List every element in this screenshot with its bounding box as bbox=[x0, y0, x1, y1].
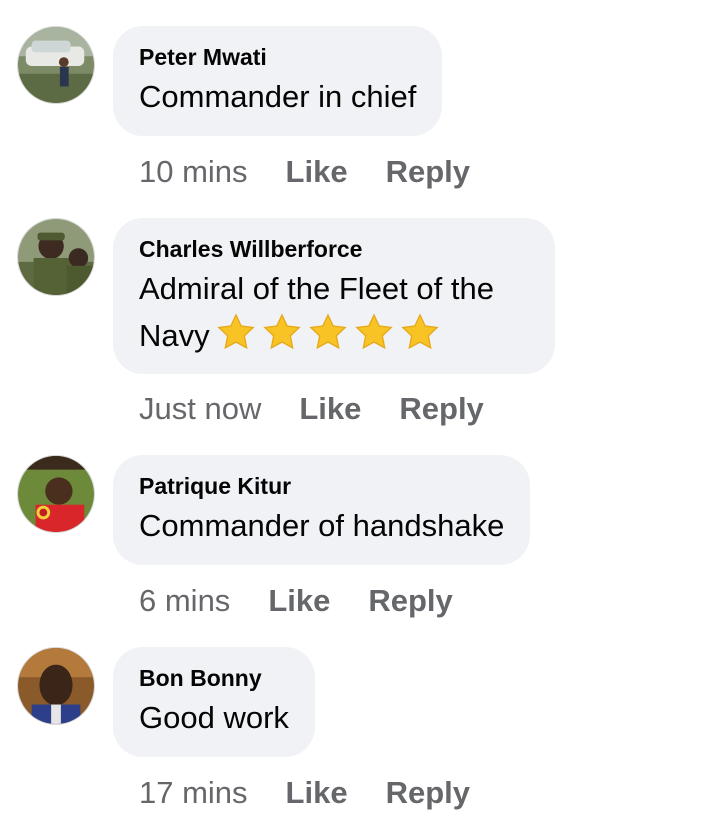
avatar[interactable] bbox=[17, 455, 95, 533]
comment-bubble: Peter Mwati Commander in chief bbox=[113, 26, 443, 136]
comment-author[interactable]: Peter Mwati bbox=[139, 42, 416, 72]
comment-bubble: Charles Willberforce Admiral of the Flee… bbox=[113, 218, 555, 374]
avatar-photo bbox=[18, 27, 94, 103]
comment-bubble: Bon Bonny Good work bbox=[113, 647, 315, 757]
star-emoji-icon bbox=[308, 313, 347, 350]
comment-author[interactable]: Patrique Kitur bbox=[139, 471, 504, 501]
avatar-photo bbox=[18, 219, 94, 295]
reply-button[interactable]: Reply bbox=[386, 154, 470, 189]
star-emoji-icon bbox=[262, 313, 301, 350]
star-emoji-icon bbox=[400, 313, 439, 350]
comment-bubble: Patrique Kitur Commander of handshake bbox=[113, 455, 531, 565]
comment-text-line1: Admiral of the Fleet of the bbox=[139, 271, 494, 306]
avatar-photo bbox=[18, 456, 94, 532]
comment-actions: 10 mins Like Reply bbox=[139, 152, 470, 192]
star-emoji-icon bbox=[354, 313, 393, 350]
like-button[interactable]: Like bbox=[286, 775, 348, 810]
comment-author[interactable]: Charles Willberforce bbox=[139, 234, 529, 264]
comment-text-line2: Navy bbox=[139, 318, 210, 353]
like-button[interactable]: Like bbox=[286, 154, 348, 189]
avatar[interactable] bbox=[17, 26, 95, 104]
comment-timestamp[interactable]: 10 mins bbox=[139, 154, 248, 189]
avatar-photo bbox=[18, 648, 94, 724]
comment-author[interactable]: Bon Bonny bbox=[139, 663, 289, 693]
like-button[interactable]: Like bbox=[268, 583, 330, 618]
star-emoji-group bbox=[212, 312, 442, 365]
comment-actions: 17 mins Like Reply bbox=[139, 773, 470, 813]
comment-actions: 6 mins Like Reply bbox=[139, 581, 453, 621]
star-emoji-icon bbox=[216, 313, 255, 350]
comment-text: Good work bbox=[139, 700, 289, 735]
like-button[interactable]: Like bbox=[299, 391, 361, 426]
avatar[interactable] bbox=[17, 647, 95, 725]
comment-text: Commander in chief bbox=[139, 79, 417, 114]
comment-timestamp[interactable]: 17 mins bbox=[139, 775, 248, 810]
comment-text: Commander of handshake bbox=[139, 508, 505, 543]
comment-actions: Just now Like Reply bbox=[139, 389, 484, 429]
comment-text: Admiral of the Fleet of the Navy bbox=[139, 266, 529, 365]
reply-button[interactable]: Reply bbox=[399, 391, 483, 426]
avatar[interactable] bbox=[17, 218, 95, 296]
comment-timestamp[interactable]: Just now bbox=[139, 391, 261, 426]
reply-button[interactable]: Reply bbox=[368, 583, 452, 618]
comment-timestamp[interactable]: 6 mins bbox=[139, 583, 230, 618]
reply-button[interactable]: Reply bbox=[386, 775, 470, 810]
